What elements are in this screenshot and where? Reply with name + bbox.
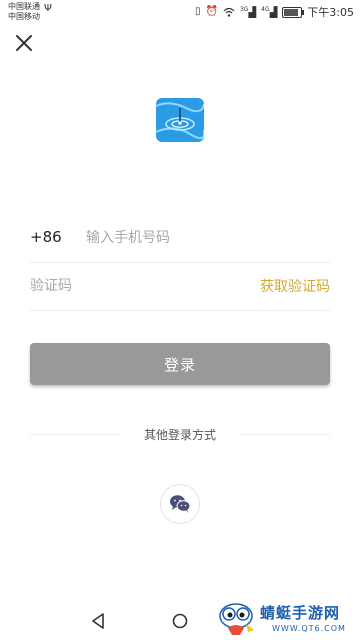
watermark-url: WWW.QT6.COM xyxy=(272,624,346,633)
dragonfly-mascot-icon xyxy=(219,603,254,635)
other-login-label: 其他登录方式 xyxy=(135,428,224,442)
get-code-button[interactable]: 获取验证码 xyxy=(260,276,330,296)
watermark-title: 蜻蜓手游网 xyxy=(260,604,341,622)
status-bar: 中国联通 中国移动 Ψ ▯ ⏰ 3G▟ 4G▟ 下午3:05 xyxy=(0,0,360,24)
vibrate-icon: ▯ xyxy=(194,6,201,17)
back-triangle-icon[interactable] xyxy=(90,612,106,630)
verification-code-input[interactable] xyxy=(30,272,210,300)
carrier-1: 中国联通 xyxy=(8,2,40,11)
close-icon[interactable] xyxy=(12,31,36,55)
usb-icon: Ψ xyxy=(44,3,52,14)
wechat-login-button[interactable] xyxy=(160,484,200,524)
clock: 下午3:05 xyxy=(307,6,354,19)
network-4g-label: 4G xyxy=(261,6,270,14)
phone-row: +86 xyxy=(30,214,330,263)
login-button[interactable]: 登录 xyxy=(30,343,330,385)
status-icons: ▯ ⏰ 3G▟ 4G▟ 下午3:05 xyxy=(195,4,354,20)
country-code-selector[interactable]: +86 xyxy=(30,228,62,246)
carrier-info: 中国联通 中国移动 xyxy=(8,2,40,22)
water-ripple-logo-icon xyxy=(156,98,204,142)
battery-icon xyxy=(282,6,305,18)
network-4g-icon: 4G▟ xyxy=(261,6,278,19)
wifi-icon xyxy=(223,7,235,17)
verification-code-row: 获取验证码 xyxy=(30,262,330,311)
wechat-icon xyxy=(170,495,191,513)
network-3g-label: 3G xyxy=(239,6,249,14)
other-login-label-wrap: 其他登录方式 xyxy=(0,426,360,443)
alarm-icon: ⏰ xyxy=(205,6,218,17)
home-circle-icon[interactable] xyxy=(172,613,188,629)
battery-level xyxy=(284,8,298,16)
phone-input[interactable] xyxy=(86,224,316,252)
carrier-2: 中国移动 xyxy=(8,12,40,21)
app-logo xyxy=(156,98,204,142)
network-3g-icon: 3G▟ xyxy=(239,6,257,19)
